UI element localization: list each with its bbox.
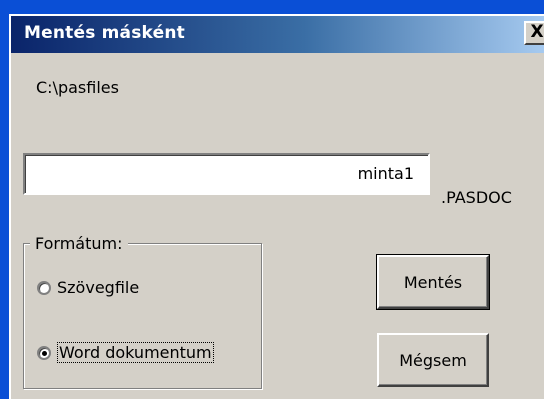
format-groupbox — [23, 243, 262, 389]
radio-label-word-document: Word dokumentum — [57, 342, 214, 363]
radio-label-text-file: Szövegfile — [57, 278, 140, 297]
save-button[interactable]: Mentés — [376, 254, 490, 310]
filename-input[interactable] — [23, 153, 430, 195]
folder-path: C:\pasfiles — [36, 78, 119, 97]
cancel-button[interactable]: Mégsem — [377, 333, 489, 387]
radio-word-document[interactable]: Word dokumentum — [37, 342, 214, 363]
title-bar[interactable]: Mentés másként X — [11, 16, 544, 53]
format-legend: Formátum: — [30, 234, 128, 253]
file-extension: .PASDOC — [441, 188, 512, 207]
close-icon: X — [530, 22, 544, 42]
radio-text-file[interactable]: Szövegfile — [37, 278, 139, 297]
radio-button-selected[interactable] — [37, 345, 51, 360]
window-title: Mentés másként — [24, 23, 185, 43]
save-as-dialog: Mentés másként X C:\pasfiles .PASDOC For… — [9, 14, 544, 399]
radio-button[interactable] — [37, 280, 51, 295]
close-button[interactable]: X — [524, 21, 544, 45]
